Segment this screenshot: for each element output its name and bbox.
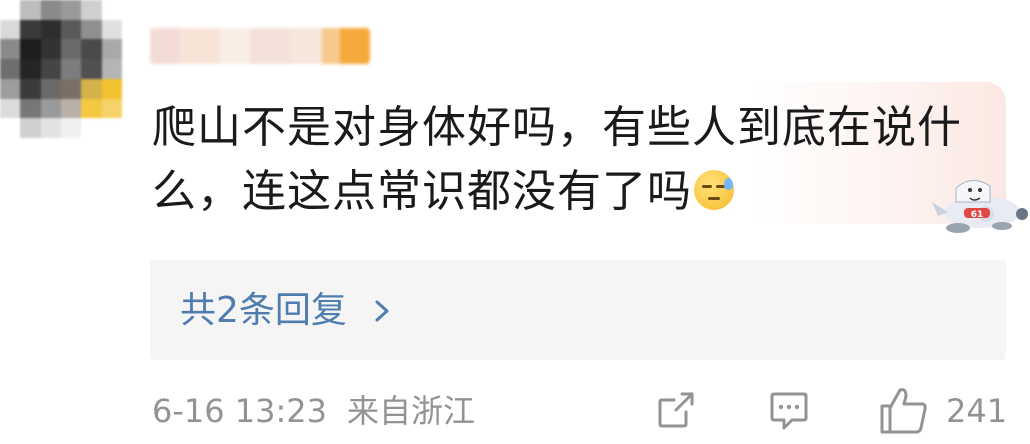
like-count: 241	[946, 392, 1008, 430]
svg-text:61: 61	[971, 210, 984, 220]
comment-body: 爬山不是对身体好吗，有些人到底在说什么，连这点常识都没有了吗	[152, 102, 962, 217]
comment-text: 爬山不是对身体好吗，有些人到底在说什么，连这点常识都没有了吗	[152, 96, 982, 224]
comment-time: 6-16 13:23	[152, 392, 328, 430]
username[interactable]	[150, 28, 370, 64]
chevron-right-icon	[375, 300, 389, 322]
sweat-emoji-icon	[694, 170, 734, 210]
comment-location: 来自浙江	[347, 392, 476, 430]
airplane-sticker-icon: 61	[932, 180, 1028, 233]
view-replies-link[interactable]: 共2条回复	[180, 286, 397, 336]
replies-label: 共2条回复	[180, 290, 347, 331]
avatar[interactable]	[0, 0, 122, 138]
comment-icon[interactable]	[768, 390, 810, 432]
share-icon[interactable]	[656, 390, 696, 430]
like-icon[interactable]	[878, 384, 930, 436]
comment-meta: 6-16 13:23 来自浙江	[152, 388, 475, 434]
